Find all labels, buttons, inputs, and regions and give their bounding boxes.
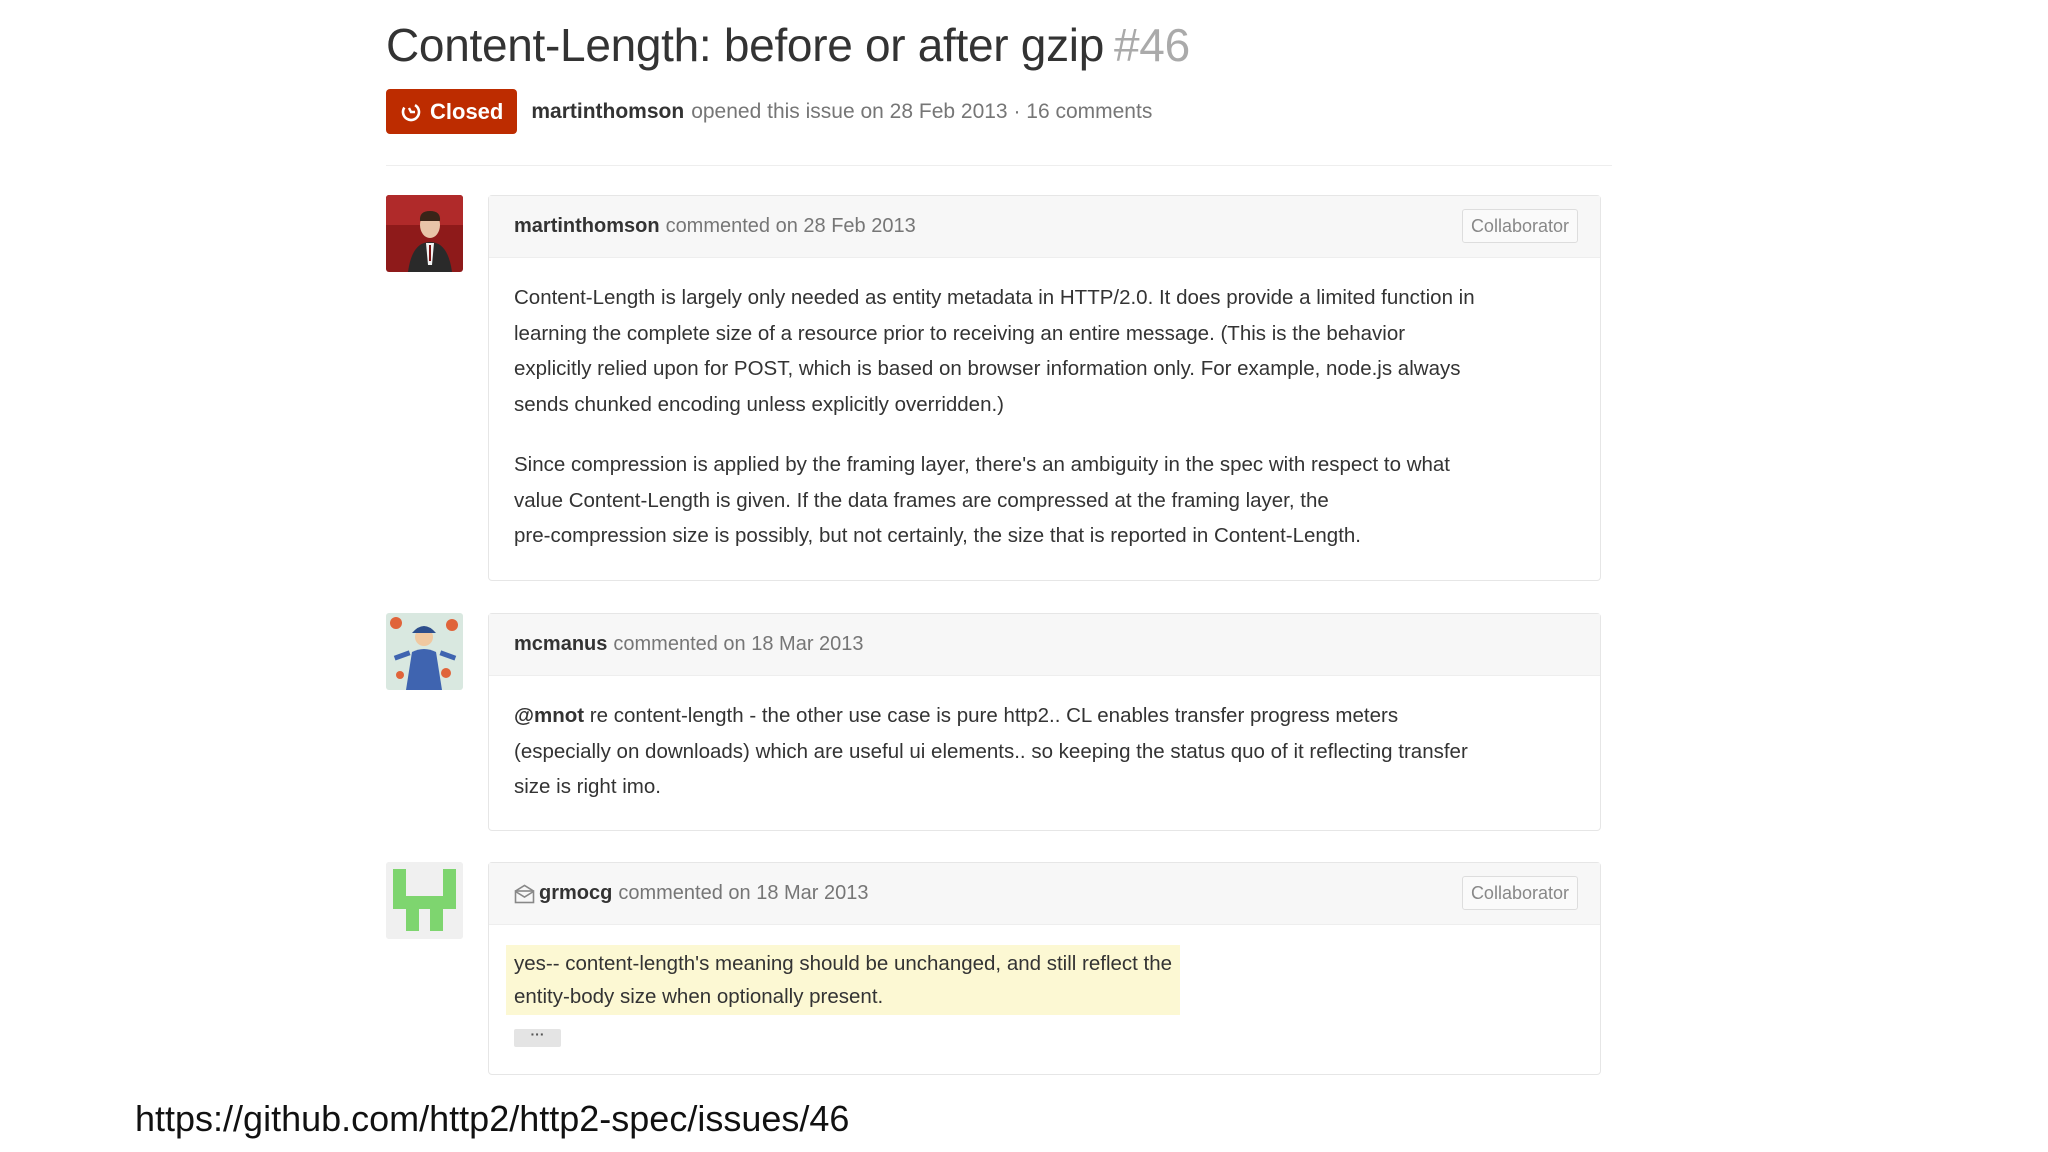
- avatar-identicon: [386, 862, 463, 939]
- comment-header: martinthomson commented on 28 Feb 2013 C…: [489, 196, 1600, 258]
- comment-author-link[interactable]: mcmanus: [514, 633, 607, 656]
- comment-header: grmocg commented on 18 Mar 2013 Collabor…: [489, 863, 1600, 925]
- text-line: re content-length - the other use case i…: [584, 704, 1399, 727]
- text-line: entity-body size when optionally present…: [514, 985, 884, 1008]
- comment-paragraph: Since compression is applied by the fram…: [514, 447, 1576, 554]
- comment-body: yes-- content-length's meaning should be…: [489, 925, 1600, 1075]
- comment-martinthomson: martinthomson commented on 28 Feb 2013 C…: [488, 195, 1601, 581]
- comment-paragraph: Content-Length is largely only needed as…: [514, 280, 1576, 422]
- comment-mcmanus: mcmanus commented on 18 Mar 2013 @mnot r…: [488, 613, 1601, 831]
- avatar-martinthomson[interactable]: [386, 195, 463, 272]
- comment-author-link[interactable]: martinthomson: [514, 215, 660, 238]
- avatar-photo: [386, 195, 463, 272]
- expand-quoted-button[interactable]: ···: [514, 1027, 561, 1047]
- avatar-mcmanus[interactable]: [386, 613, 463, 690]
- collaborator-label: Collaborator: [1461, 876, 1578, 910]
- text-line: learning the complete size of a resource…: [514, 321, 1406, 345]
- issue-number: #46: [1114, 19, 1190, 71]
- issue-title: Content-Length: before or after gzip #46: [386, 18, 1190, 72]
- comment-author-link[interactable]: grmocg: [539, 882, 612, 905]
- state-badge-closed: Closed: [386, 89, 518, 134]
- comment-grmocg: grmocg commented on 18 Mar 2013 Collabor…: [488, 862, 1601, 1075]
- user-mention-link[interactable]: @mnot: [514, 704, 584, 727]
- text-line: size is right imo.: [514, 775, 661, 798]
- issue-closed-icon: [401, 102, 421, 121]
- text-line: Since compression is applied by the fram…: [514, 453, 1451, 476]
- comment-timestamp[interactable]: commented on 28 Feb 2013: [666, 215, 916, 238]
- comment-body: Content-Length is largely only needed as…: [489, 258, 1600, 578]
- issue-author-link[interactable]: martinthomson: [531, 100, 684, 124]
- comment-timestamp[interactable]: commented on 18 Mar 2013: [618, 882, 868, 905]
- collaborator-label: Collaborator: [1461, 209, 1578, 243]
- issue-meta: Closed martinthomson opened this issue o…: [386, 89, 1152, 134]
- comment-timestamp[interactable]: commented on 18 Mar 2013: [613, 633, 863, 656]
- source-url-caption: https://github.com/http2/http2-spec/issu…: [135, 1098, 850, 1139]
- comment-body: @mnot re content-length - the other use …: [489, 676, 1600, 829]
- comment-header: mcmanus commented on 18 Mar 2013: [489, 614, 1600, 676]
- state-badge-label: Closed: [430, 98, 504, 124]
- text-line: pre-compression size is possibly, but no…: [514, 524, 1361, 547]
- avatar-grmocg[interactable]: [386, 862, 463, 939]
- text-line: sends chunked encoding unless explicitly…: [514, 392, 1005, 416]
- text-line: Content-Length is largely only needed as…: [514, 286, 1475, 309]
- avatar-illustration: [386, 613, 463, 690]
- issue-title-text: Content-Length: before or after gzip: [386, 19, 1104, 71]
- comment-paragraph: @mnot re content-length - the other use …: [514, 698, 1576, 805]
- divider: [386, 165, 1612, 166]
- text-line: explicitly relied upon for POST, which i…: [514, 357, 1461, 380]
- email-reply-highlight: yes-- content-length's meaning should be…: [506, 945, 1181, 1015]
- text-line: yes-- content-length's meaning should be…: [514, 952, 1173, 975]
- text-line: value Content-Length is given. If the da…: [514, 488, 1329, 512]
- text-line: (especially on downloads) which are usef…: [514, 739, 1468, 763]
- issue-meta-text: opened this issue on 28 Feb 2013 · 16 co…: [691, 99, 1153, 123]
- mail-icon: [514, 884, 535, 903]
